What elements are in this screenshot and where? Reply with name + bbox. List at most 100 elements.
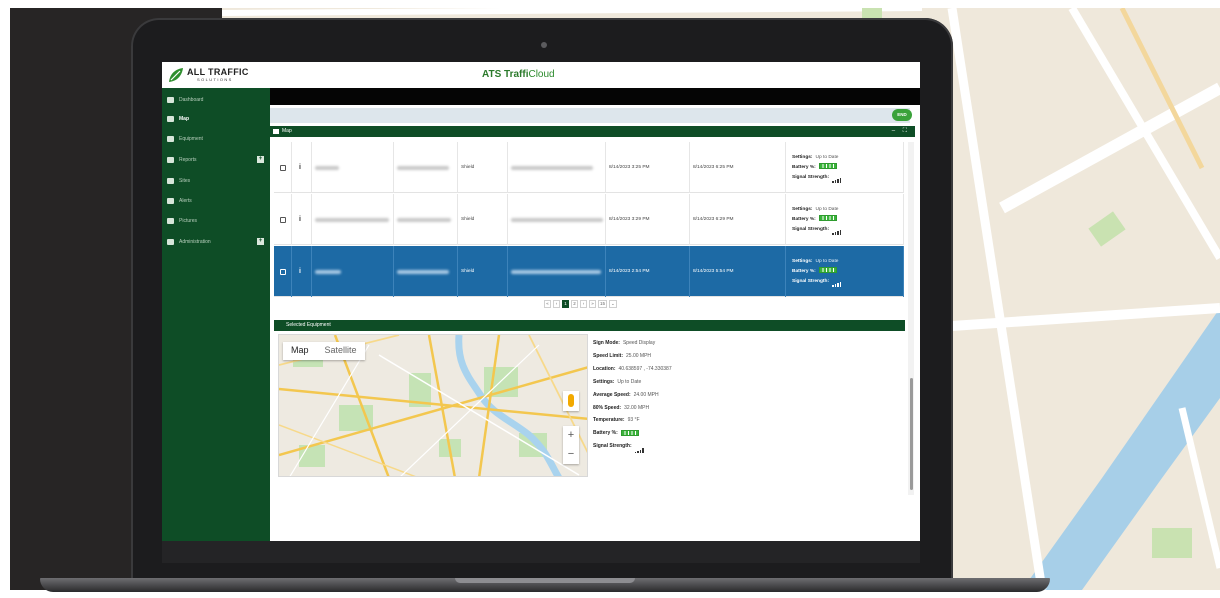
satellite-tab[interactable]: Satellite xyxy=(317,342,365,360)
scrollbar-thumb[interactable] xyxy=(910,378,913,490)
average-speed-label: Average Speed: xyxy=(593,391,631,398)
expand-plus-icon[interactable]: + xyxy=(257,238,264,245)
sidebar: Dashboard Map Equipment Reports + Sites xyxy=(162,88,270,541)
signal-status: Signal Strength: xyxy=(792,277,842,287)
dashboard-icon xyxy=(167,97,174,103)
laptop-base-notch xyxy=(455,578,635,583)
app-title-bold: ATS Traffi xyxy=(482,69,529,80)
reports-icon xyxy=(167,157,174,163)
sidebar-item-alerts[interactable]: Alerts xyxy=(162,193,270,209)
sign-mode-row: Sign Mode: Speed Display xyxy=(593,337,793,350)
location-label: Location: xyxy=(593,365,616,372)
info-icon[interactable]: i xyxy=(299,164,301,171)
zoom-in-button[interactable]: + xyxy=(563,426,579,445)
edit-cell[interactable] xyxy=(274,246,292,297)
end-button[interactable]: END xyxy=(892,109,912,121)
map-panel-title: Map xyxy=(282,128,292,134)
selected-equipment-title: Selected Equipment xyxy=(286,322,331,328)
sidebar-item-map[interactable]: Map xyxy=(162,111,270,127)
battery-icon xyxy=(620,430,639,437)
end-time-cell: 8/14/2023 5:54 PM xyxy=(690,246,786,297)
logo-tagline: SOLUTIONS xyxy=(197,77,233,82)
type-cell: Shield xyxy=(458,246,508,297)
map-tab[interactable]: Map xyxy=(283,342,317,360)
next-page-button[interactable]: › xyxy=(580,300,587,308)
info-cell[interactable]: i xyxy=(292,142,312,193)
pagination: « ‹ 1 2 › » 15 ⌄ xyxy=(544,300,617,308)
settings-value: Up to Date xyxy=(617,378,642,385)
first-page-button[interactable]: « xyxy=(544,300,551,308)
prev-page-button[interactable]: ‹ xyxy=(553,300,560,308)
settings-value: Up to Date xyxy=(815,206,839,212)
map-flag-icon xyxy=(273,129,279,134)
end-time-cell: 8/14/2023 6:29 PM xyxy=(690,194,786,245)
page-1-button[interactable]: 1 xyxy=(562,300,569,308)
last-page-button[interactable]: » xyxy=(589,300,596,308)
signal-row: Signal Strength: xyxy=(593,440,793,454)
settings-row: Settings: Up to Date xyxy=(593,376,793,389)
name-cell xyxy=(312,142,394,193)
signal-label: Signal Strength: xyxy=(792,174,830,180)
battery-label: Battery %: xyxy=(792,216,816,222)
speed-limit-label: Speed Limit: xyxy=(593,352,624,359)
sidebar-item-reports[interactable]: Reports + xyxy=(162,152,270,168)
start-time-cell: 8/14/2023 2:54 PM xyxy=(606,246,690,297)
end-time-cell: 8/14/2023 6:25 PM xyxy=(690,142,786,193)
average-speed-value: 24.00 MPH xyxy=(633,391,659,398)
page-2-button[interactable]: 2 xyxy=(571,300,578,308)
battery-label: Battery %: xyxy=(792,268,816,274)
redacted-text xyxy=(511,165,593,170)
edit-icon[interactable] xyxy=(280,268,286,275)
signal-strength-icon xyxy=(832,177,842,183)
equipment-table: i Shield 8/14/2023 3:25 PM 8/14/2023 6:2… xyxy=(274,142,904,298)
edit-icon[interactable] xyxy=(280,164,286,171)
expand-plus-icon[interactable]: + xyxy=(257,156,264,163)
battery-status: Battery %: xyxy=(792,215,837,225)
battery-icon xyxy=(818,215,837,222)
signal-label: Signal Strength: xyxy=(593,443,632,450)
serial-cell xyxy=(394,142,458,193)
app-title: ATS TraffiCloud xyxy=(482,69,555,80)
battery-label: Battery %: xyxy=(792,164,816,170)
redacted-text xyxy=(397,217,451,222)
edit-cell[interactable] xyxy=(274,142,292,193)
table-row[interactable]: i Shield 8/14/2023 3:25 PM 8/14/2023 6:2… xyxy=(274,142,904,193)
app-title-rest: Cloud xyxy=(528,69,555,80)
edit-cell[interactable] xyxy=(274,194,292,245)
street-view-pegman-icon[interactable] xyxy=(563,391,579,411)
signal-label: Signal Strength: xyxy=(792,226,830,232)
gear-icon xyxy=(167,239,174,245)
sidebar-item-label: Alerts xyxy=(179,198,192,204)
edit-icon[interactable] xyxy=(280,216,286,223)
redacted-text xyxy=(315,217,389,222)
settings-value: Up to Date xyxy=(815,258,839,264)
sidebar-item-pictures[interactable]: Pictures xyxy=(162,213,270,229)
temperature-row: Temperature: 93 °F xyxy=(593,414,793,427)
info-cell[interactable]: i xyxy=(292,194,312,245)
serial-cell xyxy=(394,194,458,245)
camera-icon xyxy=(167,218,174,224)
info-icon[interactable]: i xyxy=(299,216,301,223)
leaf-logo-icon xyxy=(169,68,183,82)
80-percent-speed-value: 32.00 MPH xyxy=(624,404,650,411)
zoom-out-button[interactable]: − xyxy=(563,445,579,464)
app-screen: ALL TRAFFIC SOLUTIONS ATS TraffiCloud Da… xyxy=(162,62,920,541)
sidebar-item-administration[interactable]: Administration + xyxy=(162,234,270,250)
name-cell xyxy=(312,246,394,297)
page-size-select[interactable]: 15 xyxy=(598,300,608,308)
sidebar-item-dashboard[interactable]: Dashboard xyxy=(162,92,270,108)
map-flag-icon xyxy=(167,116,174,122)
info-cell[interactable]: i xyxy=(292,246,312,297)
chevron-down-icon[interactable]: ⌄ xyxy=(609,300,617,308)
info-icon[interactable]: i xyxy=(299,268,301,275)
sidebar-item-equipment[interactable]: Equipment xyxy=(162,131,270,147)
table-row-selected[interactable]: i Shield 8/14/2023 2:54 PM 8/14/2023 5:5… xyxy=(274,246,904,297)
table-row[interactable]: i Shield 8/14/2023 3:29 PM 8/14/2023 6:2… xyxy=(274,194,904,245)
80-percent-speed-label: 80% Speed: xyxy=(593,404,622,411)
location-row: Location: 40.638597 , -74.330387 xyxy=(593,363,793,376)
map-type-tabs: Map Satellite xyxy=(283,342,365,360)
company-logo[interactable]: ALL TRAFFIC SOLUTIONS xyxy=(168,67,264,85)
webcam xyxy=(541,42,547,48)
sidebar-item-sites[interactable]: Sites xyxy=(162,173,270,189)
panel-window-controls[interactable]: – ⛶ xyxy=(892,126,910,137)
